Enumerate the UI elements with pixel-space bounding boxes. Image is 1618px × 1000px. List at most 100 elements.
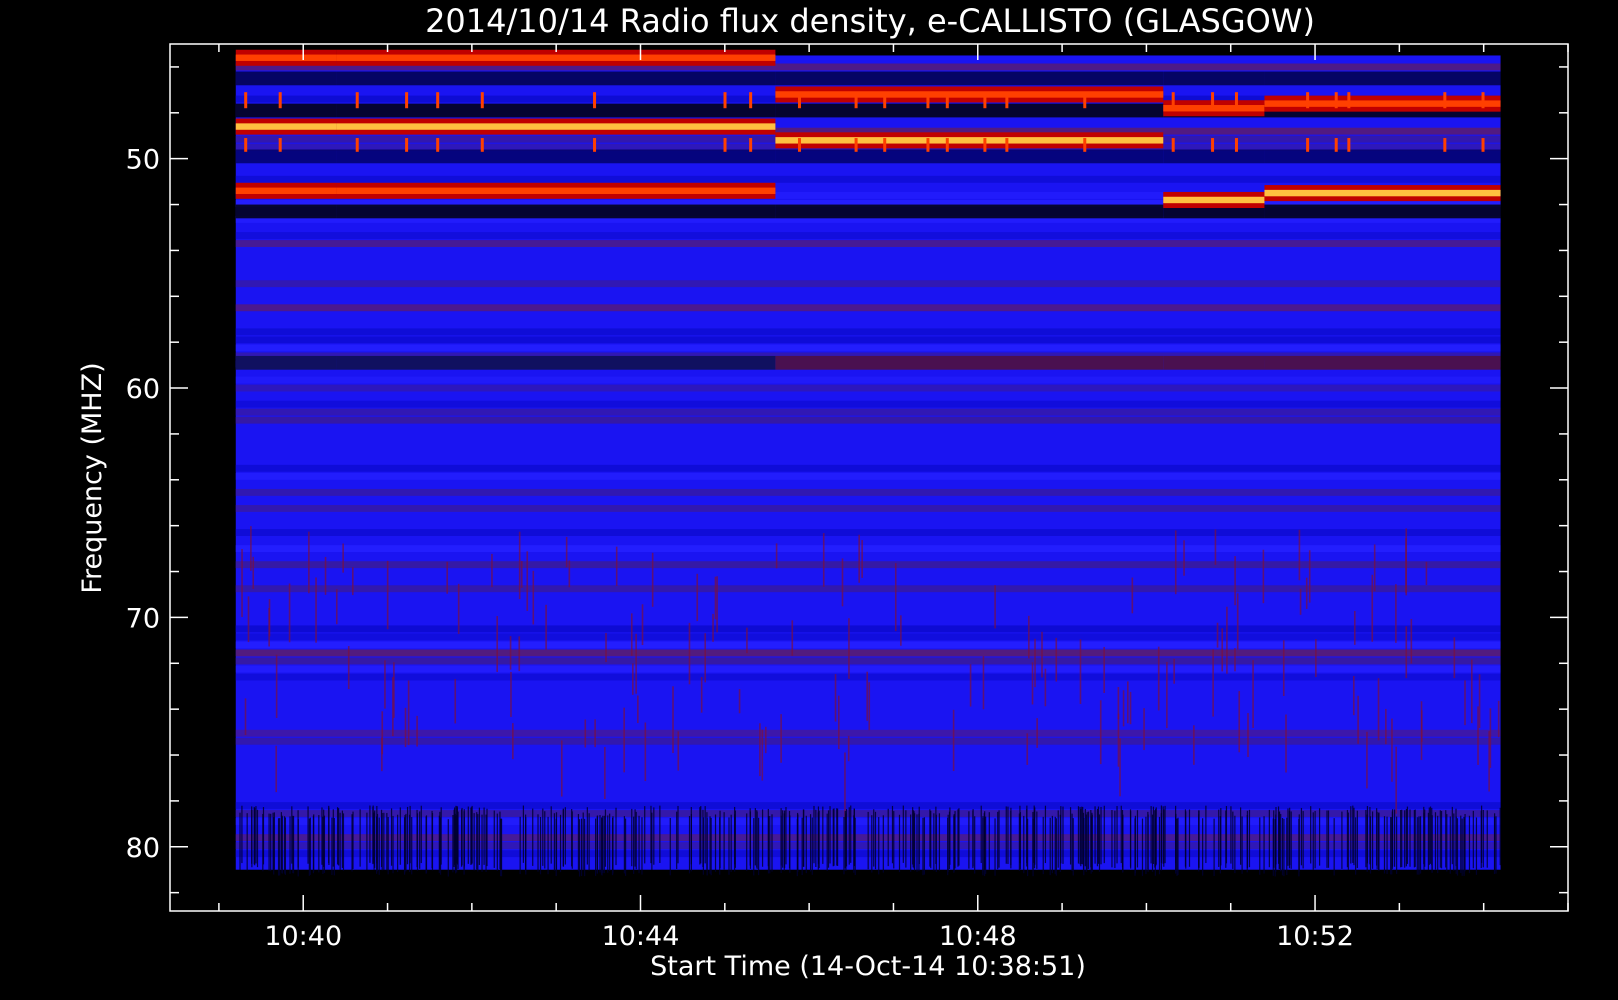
- burst-mark: [749, 92, 753, 109]
- noise-line: [308, 818, 310, 876]
- burst-mark: [1347, 138, 1351, 152]
- noise-line: [411, 817, 413, 875]
- noise-line: [1281, 817, 1284, 876]
- noise-line: [496, 813, 498, 871]
- vertical-streak: [1373, 544, 1376, 592]
- noise-line: [270, 813, 272, 872]
- noise-line: [949, 807, 951, 865]
- burst-mark: [926, 138, 930, 152]
- vertical-streak: [1305, 577, 1308, 609]
- dark-band: [1264, 204, 1501, 219]
- vertical-streak: [1079, 639, 1082, 704]
- noise-line: [984, 811, 986, 869]
- x-tick-label: 10:40: [264, 921, 342, 952]
- vertical-streak: [1391, 718, 1393, 782]
- noise-line: [1302, 811, 1304, 869]
- noise-line: [1062, 806, 1064, 864]
- vertical-streak: [275, 745, 278, 793]
- background-band: [235, 344, 1501, 352]
- noise-line: [1355, 817, 1357, 875]
- vertical-streak: [1122, 690, 1125, 727]
- noise-line: [918, 813, 920, 872]
- vertical-streak: [1247, 713, 1249, 758]
- vertical-streak: [1055, 637, 1058, 682]
- vertical-streak: [518, 531, 521, 600]
- noise-line: [796, 818, 798, 877]
- noise-line: [312, 815, 315, 874]
- noise-line: [850, 805, 852, 863]
- noise-line: [644, 806, 646, 864]
- noise-line: [902, 805, 904, 863]
- vertical-streak: [241, 549, 243, 618]
- noise-line: [485, 814, 487, 872]
- burst-mark: [244, 138, 248, 152]
- noise-line: [994, 818, 996, 876]
- vertical-streak: [244, 698, 247, 736]
- background-band: [235, 737, 1501, 745]
- vertical-streak: [250, 526, 252, 571]
- noise-line: [239, 812, 241, 871]
- noise-line: [387, 816, 389, 875]
- background-band: [235, 561, 1501, 569]
- noise-line: [822, 806, 824, 864]
- noise-line: [1480, 805, 1483, 863]
- noise-line: [390, 808, 393, 866]
- noise-line: [1086, 812, 1088, 870]
- vertical-streak: [1127, 681, 1129, 724]
- noise-line: [1044, 805, 1047, 864]
- vertical-streak: [1234, 648, 1236, 672]
- noise-line: [805, 815, 807, 874]
- noise-line: [440, 807, 442, 865]
- burst-mark: [278, 138, 282, 152]
- x-axis-label: Start Time (14-Oct-14 10:38:51): [650, 951, 1086, 982]
- noise-line: [912, 810, 914, 868]
- noise-line: [905, 810, 907, 868]
- dark-band: [235, 149, 337, 164]
- vertical-streak: [1221, 628, 1224, 672]
- noise-line: [631, 808, 633, 867]
- noise-line: [255, 806, 257, 864]
- noise-line: [1010, 807, 1012, 866]
- noise-line: [1376, 811, 1378, 870]
- vertical-streak: [545, 604, 547, 650]
- vertical-streak: [446, 561, 449, 594]
- noise-line: [1449, 816, 1451, 874]
- vertical-streak: [532, 570, 535, 625]
- noise-line: [1456, 818, 1459, 876]
- noise-line: [723, 812, 725, 870]
- spectrogram-heatmap: [235, 49, 1501, 877]
- noise-line: [603, 815, 605, 874]
- noise-line: [634, 809, 636, 867]
- noise-line: [704, 806, 706, 864]
- noise-line: [609, 813, 611, 871]
- burst-mark: [1443, 92, 1447, 109]
- vertical-streak: [520, 561, 523, 588]
- noise-line: [1464, 813, 1466, 872]
- noise-line: [867, 811, 869, 870]
- emission-band-core: [1264, 100, 1501, 107]
- vertical-streak: [1315, 639, 1317, 677]
- noise-line: [1147, 811, 1149, 870]
- vertical-streak: [716, 576, 718, 633]
- noise-line: [555, 812, 558, 870]
- noise-line: [785, 807, 787, 865]
- burst-mark: [749, 138, 753, 152]
- vertical-streak: [746, 627, 748, 654]
- burst-mark: [1234, 138, 1238, 152]
- dark-band: [775, 149, 1164, 164]
- y-tick-label: 50: [126, 145, 160, 176]
- vertical-streak: [688, 622, 691, 685]
- burst-mark: [1234, 92, 1238, 109]
- burst-mark: [1083, 92, 1087, 109]
- noise-line: [878, 817, 880, 875]
- noise-line: [571, 809, 573, 867]
- background-band: [235, 633, 1501, 641]
- vertical-streak: [834, 674, 837, 722]
- vertical-streak: [780, 714, 782, 763]
- noise-line: [1287, 808, 1289, 866]
- noise-line: [1162, 806, 1164, 864]
- vertical-streak: [630, 613, 633, 656]
- noise-line: [1318, 808, 1321, 866]
- noise-line: [1455, 808, 1457, 867]
- noise-line: [1353, 807, 1355, 866]
